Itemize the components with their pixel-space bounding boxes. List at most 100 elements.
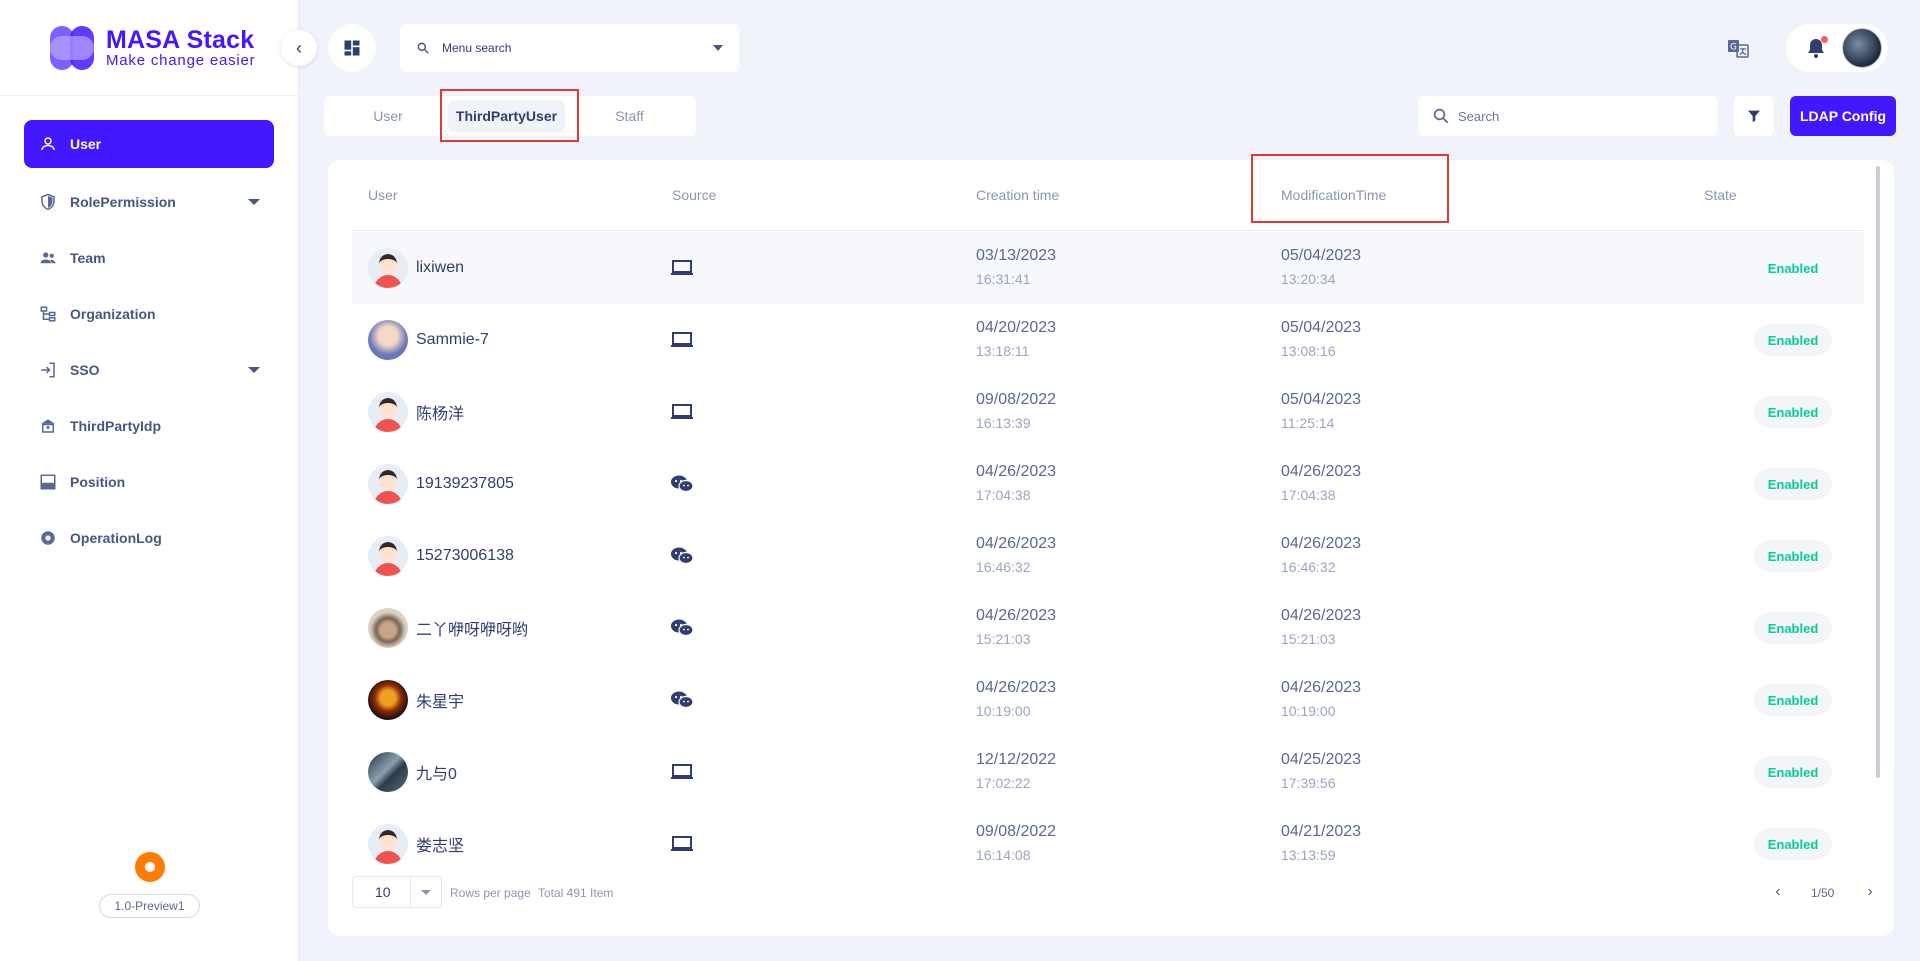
sidebar-item-team[interactable]: Team bbox=[24, 234, 274, 282]
table-row[interactable]: 陈杨洋 09/08/2022 16:13:39 05/04/2023 11:25:14 E… bbox=[352, 376, 1864, 448]
table-scrollbar[interactable] bbox=[1876, 166, 1880, 778]
sidebar-item-position[interactable]: Position bbox=[24, 458, 274, 506]
user-cell: lixiwen bbox=[368, 248, 464, 288]
filter-button[interactable] bbox=[1734, 96, 1774, 136]
rows-per-page-select[interactable]: 10 bbox=[352, 876, 442, 908]
creation-date: 04/26/2023 bbox=[976, 535, 1057, 552]
user-cell: 九与0 bbox=[368, 752, 457, 792]
sidebar-item-label: SSO bbox=[70, 362, 100, 378]
user-name: 朱星宇 bbox=[416, 694, 465, 711]
sidebar-item-rolepermission[interactable]: RolePermission bbox=[24, 178, 274, 226]
notification-bell-icon[interactable] bbox=[1804, 36, 1828, 60]
creation-clock: 16:46:32 bbox=[976, 559, 1031, 575]
status-badge: Enabled bbox=[1754, 540, 1832, 572]
column-header-state[interactable]: State bbox=[1704, 187, 1737, 203]
creation-clock: 15:21:03 bbox=[976, 631, 1031, 647]
table-row[interactable]: 19139237805 04/26/2023 17:04:38 04/26/2023 1… bbox=[352, 448, 1864, 520]
sidebar-item-operationlog[interactable]: OperationLog bbox=[24, 514, 274, 562]
user-name: 陈杨洋 bbox=[416, 406, 465, 423]
chevron-down-icon[interactable] bbox=[248, 199, 260, 205]
sidebar-item-label: Position bbox=[70, 474, 126, 490]
creation-date: 03/13/2023 bbox=[976, 247, 1057, 264]
sidebar-item-organization[interactable]: Organization bbox=[24, 290, 274, 338]
status-badge: Enabled bbox=[1754, 468, 1832, 500]
avatar bbox=[368, 320, 408, 360]
sidebar-item-sso[interactable]: SSO bbox=[24, 346, 274, 394]
prev-page-button[interactable]: ‹ bbox=[1768, 882, 1788, 902]
sidebar-item-label: OperationLog bbox=[70, 530, 162, 546]
tab-bar: User ThirdPartyUser Staff bbox=[324, 96, 696, 136]
modification-date: 05/04/2023 bbox=[1281, 247, 1362, 264]
modification-time-cell: 04/26/2023 10:19:00 bbox=[1281, 678, 1361, 721]
column-header-user[interactable]: User bbox=[368, 187, 398, 203]
position-icon bbox=[38, 472, 58, 492]
search-placeholder: Search bbox=[1458, 108, 1500, 124]
user-name: 娄志坚 bbox=[416, 838, 465, 855]
sidebar-item-label: User bbox=[70, 136, 102, 152]
user-cell: 朱星宇 bbox=[368, 680, 464, 720]
brand[interactable]: MASA Stack Make change easier bbox=[0, 0, 298, 96]
table-row[interactable]: 朱星宇 04/26/2023 10:19:00 04/26/2023 10:19:00 E… bbox=[352, 664, 1864, 736]
creation-clock: 17:02:22 bbox=[976, 775, 1031, 791]
record-icon bbox=[38, 528, 58, 548]
creation-date: 12/12/2022 bbox=[976, 751, 1057, 768]
chevron-down-icon[interactable] bbox=[409, 877, 441, 907]
wechat-icon bbox=[670, 618, 694, 638]
menu-search-input[interactable]: Menu search bbox=[400, 24, 739, 72]
tab-thirdpartyuser[interactable]: ThirdPartyUser bbox=[448, 100, 565, 132]
modification-time-cell: 04/26/2023 17:04:38 bbox=[1281, 462, 1361, 505]
table-row[interactable]: lixiwen 03/13/2023 16:31:41 05/04/2023 13:20… bbox=[352, 232, 1864, 304]
computer-icon bbox=[670, 258, 694, 278]
avatar[interactable] bbox=[1842, 28, 1882, 68]
table-row[interactable]: 九与0 12/12/2022 17:02:22 04/25/2023 17:39:56 E… bbox=[352, 736, 1864, 808]
table-row[interactable]: 娄志坚 09/08/2022 16:14:08 04/21/2023 13:13:59 E… bbox=[352, 808, 1864, 880]
next-page-button[interactable]: › bbox=[1860, 882, 1880, 902]
status-dot-icon[interactable] bbox=[134, 852, 165, 882]
creation-time-cell: 09/08/2022 16:14:08 bbox=[976, 822, 1056, 865]
ldap-config-button[interactable]: LDAP Config bbox=[1790, 96, 1896, 136]
column-header-modification-time[interactable]: ModificationTime bbox=[1281, 187, 1386, 203]
sidebar-item-user[interactable]: User bbox=[24, 120, 274, 168]
dashboard-button[interactable] bbox=[328, 24, 376, 72]
modification-clock: 10:19:00 bbox=[1281, 703, 1336, 719]
search-input[interactable]: Search bbox=[1418, 96, 1718, 136]
tab-staff[interactable]: Staff bbox=[565, 100, 694, 132]
brand-slogan: Make change easier bbox=[106, 51, 256, 69]
shield-icon bbox=[38, 192, 58, 212]
creation-clock: 17:04:38 bbox=[976, 487, 1031, 503]
tab-user[interactable]: User bbox=[328, 100, 448, 132]
modification-time-cell: 04/26/2023 16:46:32 bbox=[1281, 534, 1361, 577]
chevron-right-icon: › bbox=[1867, 883, 1873, 900]
user-name: 二丫咿呀咿呀哟 bbox=[416, 622, 529, 639]
chevron-down-icon[interactable] bbox=[248, 367, 260, 373]
page-indicator: 1/50 bbox=[1811, 886, 1835, 900]
search-icon bbox=[417, 42, 429, 54]
computer-icon bbox=[670, 834, 694, 854]
column-header-source[interactable]: Source bbox=[672, 187, 716, 203]
chevron-left-icon: ‹ bbox=[296, 37, 302, 58]
column-header-creation-time[interactable]: Creation time bbox=[976, 187, 1059, 203]
table-row[interactable]: 15273006138 04/26/2023 16:46:32 04/26/2023 1… bbox=[352, 520, 1864, 592]
status-badge: Enabled bbox=[1754, 684, 1832, 716]
user-cell: Sammie-7 bbox=[368, 320, 489, 360]
avatar bbox=[368, 608, 408, 648]
user-cell: 二丫咿呀咿呀哟 bbox=[368, 608, 528, 648]
sidebar-item-thirdpartyidp[interactable]: ThirdPartyIdp bbox=[24, 402, 274, 450]
creation-clock: 16:13:39 bbox=[976, 415, 1031, 431]
chevron-down-icon[interactable] bbox=[713, 45, 723, 51]
table-row[interactable]: Sammie-7 04/20/2023 13:18:11 05/04/2023 13:0… bbox=[352, 304, 1864, 376]
sidebar-item-label: RolePermission bbox=[70, 194, 176, 210]
user-icon bbox=[38, 134, 58, 154]
creation-time-cell: 09/08/2022 16:13:39 bbox=[976, 390, 1056, 433]
sidebar-footer: 1.0-Preview1 bbox=[0, 852, 299, 918]
sidebar: MASA Stack Make change easier User RoleP… bbox=[0, 0, 299, 961]
modification-clock: 11:25:14 bbox=[1281, 415, 1335, 431]
modification-date: 04/26/2023 bbox=[1281, 679, 1362, 696]
creation-clock: 13:18:11 bbox=[976, 343, 1030, 359]
avatar bbox=[368, 680, 408, 720]
table-row[interactable]: 二丫咿呀咿呀哟 04/26/2023 15:21:03 04/26/2023 15:21… bbox=[352, 592, 1864, 664]
translate-icon[interactable]: G bbox=[1726, 36, 1750, 60]
collapse-sidebar-button[interactable]: ‹ bbox=[281, 30, 317, 66]
creation-clock: 16:14:08 bbox=[976, 847, 1031, 863]
creation-time-cell: 04/20/2023 13:18:11 bbox=[976, 318, 1056, 361]
